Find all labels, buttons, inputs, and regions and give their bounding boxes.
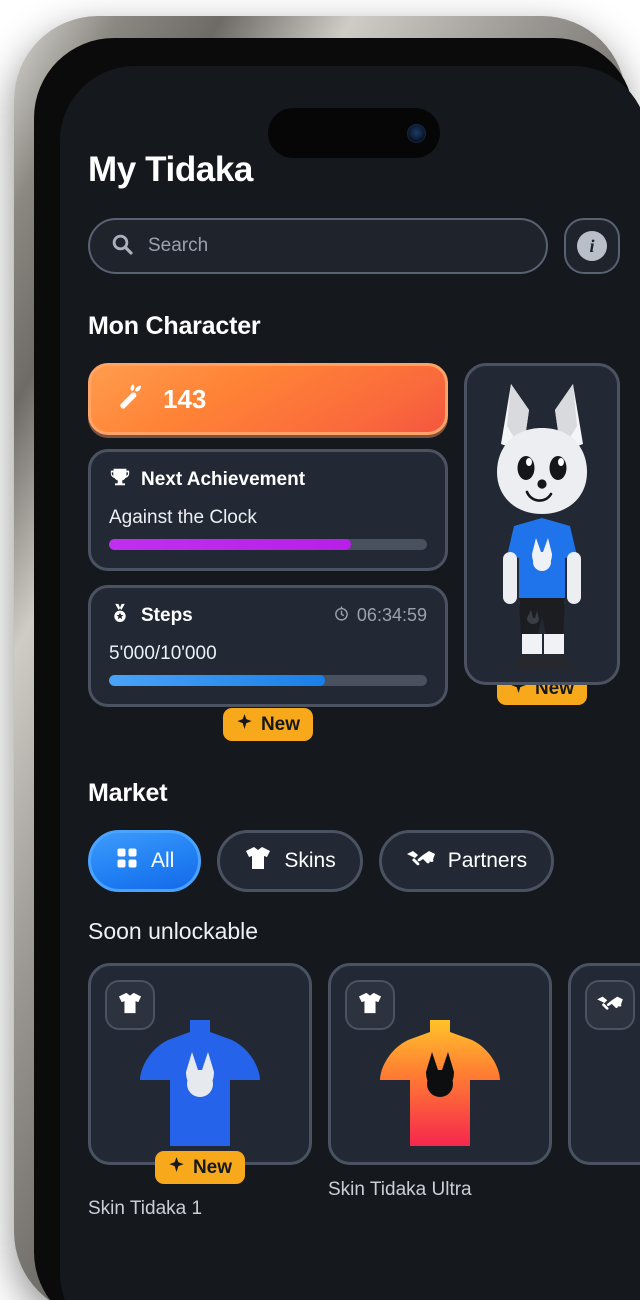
character-section-heading: Mon Character: [88, 312, 261, 340]
filter-pill-partners[interactable]: Partners: [378, 830, 555, 892]
carrot-value: 143: [163, 383, 207, 414]
steps-badge-wrap: New: [88, 708, 448, 741]
item-type-badge: [585, 980, 635, 1030]
filter-pill-all-label: All: [151, 849, 175, 872]
info-button[interactable]: i: [564, 218, 620, 274]
sparkle-icon: [236, 713, 253, 736]
market-items-row: New Skin Tidaka 1 Skin Tidaka Ultra: [88, 963, 640, 1220]
phone-frame: My Tidaka Search i Mon Character 143 Nex…: [14, 16, 640, 1300]
filter-pill-skins-label: Skins: [284, 849, 336, 872]
shirt-blue-art: [134, 1018, 266, 1159]
market-item-art-box: [328, 963, 552, 1165]
character-row: 143 Next Achievement Against the Clock S…: [88, 363, 620, 741]
search-input[interactable]: Search: [88, 218, 548, 274]
next-achievement-card[interactable]: Next Achievement Against the Clock: [88, 449, 448, 571]
market-item-art-box: [568, 963, 640, 1165]
achievement-progress-fill: [109, 539, 351, 550]
steps-progress-fill: [109, 675, 326, 686]
market-section-heading: Market: [88, 779, 168, 807]
market-item-new-badge: New: [154, 1151, 246, 1184]
market-subheading: Soon unlockable: [88, 918, 259, 944]
steps-card[interactable]: Steps 06:34:59 5'000/10'000: [88, 585, 448, 707]
stopwatch-icon: [333, 605, 350, 627]
search-icon: [110, 232, 134, 261]
carrot-icon: [115, 381, 147, 418]
search-placeholder: Search: [148, 235, 209, 256]
screenshot-root: My Tidaka Search i Mon Character 143 Nex…: [0, 0, 640, 1300]
tshirt-icon: [117, 991, 143, 1020]
market-item-label: Skin Tidaka Ultra: [328, 1179, 472, 1200]
medal-icon: [109, 602, 131, 629]
trophy-icon: [109, 466, 131, 493]
market-item-card[interactable]: Skin Tidaka Ultra: [328, 963, 552, 1220]
steps-title: Steps: [141, 604, 193, 626]
grid-icon: [115, 846, 139, 876]
shirt-gradient-art: [374, 1018, 506, 1159]
handshake-icon: [596, 992, 624, 1019]
filter-pill-skins[interactable]: Skins: [217, 830, 363, 892]
achievement-header: Next Achievement: [109, 466, 427, 493]
steps-new-badge: New: [222, 708, 314, 741]
character-stats-column: 143 Next Achievement Against the Clock S…: [88, 363, 448, 741]
achievement-name: Against the Clock: [109, 507, 257, 528]
steps-timer: 06:34:59: [333, 605, 427, 627]
market-item-badge-wrap: New: [88, 1151, 312, 1184]
filter-pill-partners-label: Partners: [447, 849, 528, 872]
app-content: My Tidaka Search i Mon Character 143 Nex…: [60, 66, 640, 1300]
achievement-progress-track: [109, 539, 427, 550]
filter-pill-all[interactable]: All: [88, 830, 202, 892]
phone-screen: My Tidaka Search i Mon Character 143 Nex…: [60, 66, 640, 1300]
market-item-card[interactable]: New Skin Tidaka 1: [88, 963, 312, 1220]
phone-bezel: My Tidaka Search i Mon Character 143 Nex…: [34, 38, 640, 1300]
handshake-icon: [406, 846, 436, 876]
market-item-art-box: [88, 963, 312, 1165]
achievement-title: Next Achievement: [141, 468, 306, 490]
market-item-label: Skin Tidaka 1: [88, 1198, 203, 1219]
market-item-card[interactable]: [568, 963, 640, 1220]
sparkle-icon: [168, 1156, 185, 1179]
avatar-card[interactable]: [464, 363, 620, 685]
market-filter-row: All Skins Partners: [88, 830, 620, 892]
steps-progress-track: [109, 675, 427, 686]
tshirt-icon: [357, 991, 383, 1020]
tshirt-icon: [244, 845, 272, 877]
carrot-balance-card[interactable]: 143: [88, 363, 448, 435]
info-icon: i: [577, 231, 607, 261]
steps-timer-value: 06:34:59: [356, 605, 427, 625]
steps-header: Steps 06:34:59: [109, 602, 427, 629]
dynamic-island: [268, 108, 440, 158]
steps-new-badge-label: New: [260, 713, 301, 735]
steps-value: 5'000/10'000: [109, 643, 217, 664]
search-row: Search i: [88, 218, 620, 274]
market-item-new-badge-label: New: [192, 1156, 233, 1178]
avatar-column: New: [464, 363, 620, 705]
front-camera-icon: [407, 123, 426, 143]
